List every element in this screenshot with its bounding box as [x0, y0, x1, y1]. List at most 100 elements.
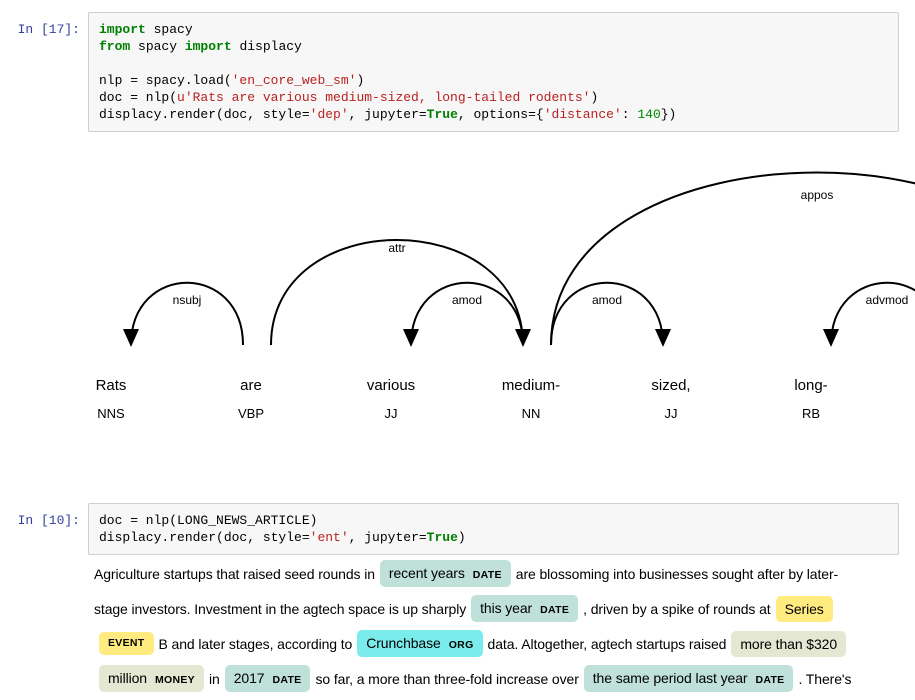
entity-text: this year — [480, 601, 532, 615]
code-token: u'Rats are various medium-sized, long-ta… — [177, 90, 590, 105]
code-editor[interactable]: import spacyfrom spacy import displacy n… — [88, 12, 899, 132]
entity-label: DATE — [272, 675, 301, 686]
plain-text: . There's — [798, 671, 851, 687]
code-token: nlp = spacy.load( — [99, 73, 232, 88]
code-editor[interactable]: doc = nlp(LONG_NEWS_ARTICLE)displacy.ren… — [88, 503, 899, 555]
dep-pos-tag: JJ — [385, 406, 398, 421]
plain-text: in — [209, 671, 220, 687]
code-token: import — [99, 22, 146, 37]
code-token: 'dep' — [310, 107, 349, 122]
plain-text: so far, a more than three-fold increase … — [315, 671, 578, 687]
entity-label: ORG — [449, 640, 474, 651]
entity-label: DATE — [473, 570, 502, 581]
dep-pos-tag: RB — [802, 406, 820, 421]
code-token: displacy.render(doc, style= — [99, 107, 310, 122]
input-prompt: In [10]: — [0, 512, 80, 529]
code-token: : — [622, 107, 638, 122]
entity-text-line: stage investors. Investment in the agtec… — [94, 591, 915, 626]
plain-text: stage investors. Investment in the agtec… — [94, 601, 466, 617]
entity-chip-org: Crunchbase ORG — [357, 630, 482, 657]
plain-text: B and later stages, according to — [159, 636, 353, 652]
entity-text-line: million MONEY in 2017 DATE so far, a more tha… — [94, 661, 915, 696]
code-token: True — [427, 107, 458, 122]
code-token: ) — [590, 90, 598, 105]
entity-chip-date: 2017 DATE — [225, 665, 311, 692]
code-line: nlp = spacy.load('en_core_web_sm') — [99, 72, 888, 89]
dep-word: are — [240, 377, 262, 394]
entity-label: DATE — [755, 675, 784, 686]
code-token: , options={ — [458, 107, 544, 122]
code-token: displacy — [232, 39, 302, 54]
dep-arc-attr — [271, 240, 523, 345]
entity-chip-date: the same period last year DATE — [584, 665, 794, 692]
plain-text: Agriculture startups that raised seed ro… — [94, 566, 375, 582]
dep-word: long- — [794, 377, 827, 394]
code-token: True — [427, 530, 458, 545]
dep-pos-tag: JJ — [665, 406, 678, 421]
dep-word: sized, — [651, 377, 690, 394]
entity-text-line: EVENTB and later stages, according toCru… — [94, 626, 915, 661]
code-token: displacy.render(doc, style= — [99, 530, 310, 545]
entity-label: EVENT — [108, 638, 145, 649]
code-token: spacy — [146, 22, 193, 37]
dep-arrow-icon — [823, 329, 839, 347]
entity-visualization: Agriculture startups that raised seed ro… — [94, 556, 915, 696]
dependency-visualization: nsubjattramodamodapposadvmodRatsNNSareVB… — [0, 165, 915, 430]
entity-text: Series — [785, 602, 824, 616]
dep-arc-label: amod — [452, 293, 482, 307]
code-token: , jupyter= — [349, 107, 427, 122]
code-token: ) — [458, 530, 466, 545]
plain-text: , driven by a spike of rounds at — [583, 601, 770, 617]
code-token: doc = nlp( — [99, 90, 177, 105]
entity-text-line: Agriculture startups that raised seed ro… — [94, 556, 915, 591]
dep-pos-tag: NNS — [97, 406, 125, 421]
code-token: 140 — [637, 107, 660, 122]
code-line: from spacy import displacy — [99, 38, 888, 55]
code-token: , jupyter= — [349, 530, 427, 545]
plain-text: are blossoming into businesses sought af… — [516, 566, 838, 582]
entity-label: MONEY — [155, 675, 195, 686]
entity-text: million — [108, 671, 147, 685]
dep-arc-label: appos — [801, 188, 834, 202]
dep-arrow-icon — [403, 329, 419, 347]
entity-text: recent years — [389, 566, 465, 580]
dep-arc-label: attr — [388, 241, 405, 255]
dep-word: various — [367, 377, 415, 394]
entity-chip-money: million MONEY — [99, 665, 204, 692]
dep-arrow-icon — [655, 329, 671, 347]
entity-chip-money: more than $320 — [731, 631, 846, 657]
entity-chip-event: EVENT — [99, 632, 154, 655]
code-line: doc = nlp(LONG_NEWS_ARTICLE) — [99, 512, 888, 529]
entity-text: 2017 — [234, 671, 265, 685]
entity-text: Crunchbase — [366, 636, 441, 650]
code-token: 'en_core_web_sm' — [232, 73, 357, 88]
code-token: 'ent' — [310, 530, 349, 545]
code-line: doc = nlp(u'Rats are various medium-size… — [99, 89, 888, 106]
input-prompt: In [17]: — [0, 21, 80, 38]
code-token: spacy — [130, 39, 185, 54]
code-token: ) — [356, 73, 364, 88]
dep-arc-appos — [551, 173, 915, 346]
code-token: }) — [661, 107, 677, 122]
dep-arc-label: advmod — [866, 293, 909, 307]
entity-chip-date: this year DATE — [471, 595, 578, 622]
code-token: import — [185, 39, 232, 54]
code-line: import spacy — [99, 21, 888, 38]
entity-text: more than $320 — [740, 637, 837, 651]
entity-text: the same period last year — [593, 671, 748, 685]
dep-arc-label: amod — [592, 293, 622, 307]
dep-pos-tag: VBP — [238, 406, 264, 421]
dep-word: medium- — [502, 377, 560, 394]
entity-chip-event: Series — [776, 596, 833, 622]
entity-label: DATE — [540, 605, 569, 616]
code-token: 'distance' — [544, 107, 622, 122]
code-line: displacy.render(doc, style='dep', jupyte… — [99, 106, 888, 123]
dep-arrow-icon — [123, 329, 139, 347]
dep-pos-tag: NN — [522, 406, 541, 421]
plain-text: data. Altogether, agtech startups raised — [488, 636, 727, 652]
dep-arc-label: nsubj — [173, 293, 202, 307]
entity-chip-date: recent years DATE — [380, 560, 511, 587]
code-line: displacy.render(doc, style='ent', jupyte… — [99, 529, 888, 546]
code-token: doc = nlp(LONG_NEWS_ARTICLE) — [99, 513, 317, 528]
code-line — [99, 55, 888, 72]
